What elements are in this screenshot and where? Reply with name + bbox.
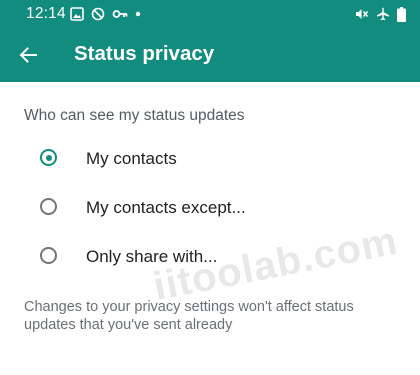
status-left-icons bbox=[70, 6, 141, 22]
option-label: My contacts bbox=[86, 149, 177, 168]
back-button[interactable] bbox=[14, 41, 42, 69]
battery-icon bbox=[397, 6, 406, 22]
app-bar: Status privacy bbox=[0, 28, 420, 82]
radio-button-selected[interactable] bbox=[40, 149, 57, 166]
status-bar: 12:14 bbox=[0, 0, 420, 28]
image-icon bbox=[70, 7, 84, 21]
airplane-icon bbox=[377, 7, 389, 21]
option-my-contacts-except[interactable]: My contacts except... bbox=[24, 187, 404, 229]
disabled-icon bbox=[91, 7, 105, 21]
section-header: Who can see my status updates bbox=[24, 107, 245, 124]
option-my-contacts[interactable]: My contacts bbox=[24, 138, 404, 180]
privacy-note: Changes to your privacy settings won't a… bbox=[24, 299, 354, 333]
arrow-back-icon bbox=[19, 47, 37, 63]
notification-dot-icon bbox=[135, 11, 141, 17]
option-label: Only share with... bbox=[86, 247, 218, 266]
radio-button[interactable] bbox=[40, 247, 57, 264]
status-time: 12:14 bbox=[26, 5, 66, 22]
key-icon bbox=[112, 10, 128, 18]
page-title: Status privacy bbox=[74, 42, 215, 65]
vibrate-mute-icon bbox=[356, 9, 369, 19]
radio-dot bbox=[45, 154, 52, 161]
option-only-share-with[interactable]: Only share with... bbox=[24, 236, 404, 278]
option-label: My contacts except... bbox=[86, 198, 246, 217]
radio-button[interactable] bbox=[40, 198, 57, 215]
status-right-icons bbox=[355, 6, 406, 22]
